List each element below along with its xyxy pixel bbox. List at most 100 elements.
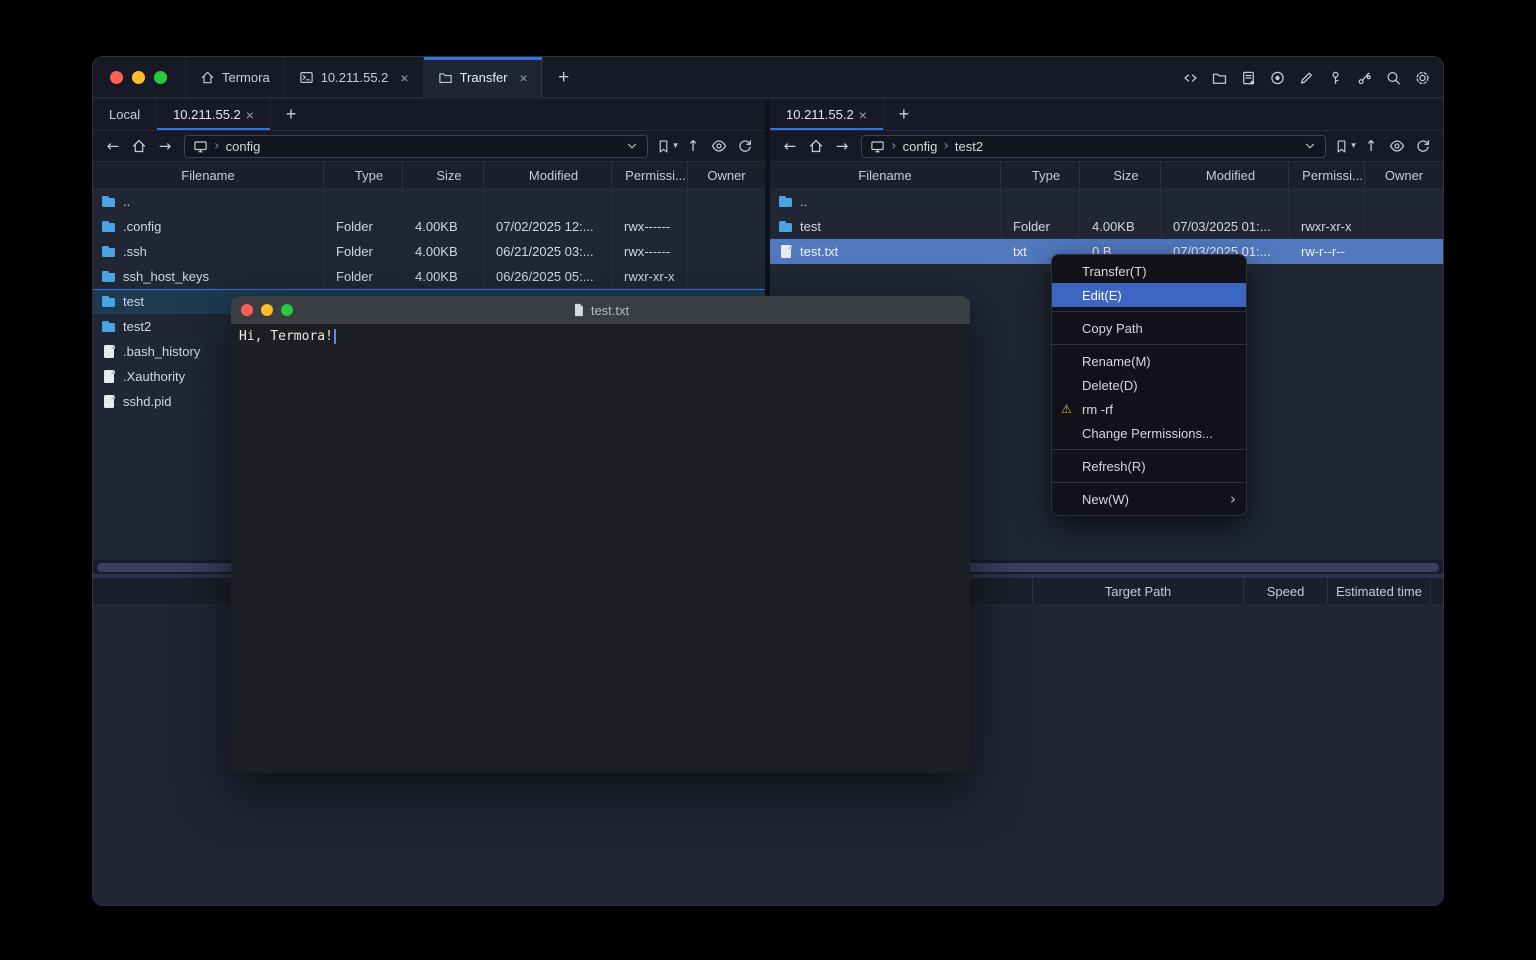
bookmark-button[interactable]: ▾	[1333, 134, 1357, 158]
crumb-separator: ›	[214, 138, 220, 154]
gear-icon[interactable]	[1414, 70, 1431, 86]
col-estimated-time[interactable]: Estimated time	[1327, 578, 1430, 604]
menu-item-refresh[interactable]: Refresh(R)	[1052, 454, 1246, 478]
file-type-icon	[101, 368, 117, 384]
menu-item-change-permissions[interactable]: Change Permissions...	[1052, 421, 1246, 445]
col-size[interactable]: Size	[403, 162, 484, 188]
col-modified[interactable]: Modified	[484, 162, 612, 188]
owner-cell	[688, 239, 765, 263]
search-icon[interactable]	[1385, 70, 1402, 86]
menu-item-edit[interactable]: Edit(E)	[1052, 283, 1246, 307]
col-speed[interactable]: Speed	[1243, 578, 1327, 604]
forward-button[interactable]: →	[153, 134, 177, 158]
menu-item-new[interactable]: New(W)›	[1052, 487, 1246, 511]
close-tab-icon[interactable]: ×	[246, 108, 254, 122]
menu-item-rm-rf[interactable]: ⚠rm -rf	[1052, 397, 1246, 421]
tab-local[interactable]: Local	[93, 99, 157, 130]
zoom-window-button[interactable]	[281, 304, 293, 316]
editor-content[interactable]: Hi, Termora!	[231, 324, 970, 773]
file-row[interactable]: ..	[93, 189, 765, 214]
path-segment[interactable]: config	[226, 139, 261, 154]
col-permissions[interactable]: Permissi...	[1289, 162, 1365, 188]
editor-titlebar[interactable]: test.txt	[231, 296, 970, 324]
forward-button[interactable]: →	[830, 134, 854, 158]
new-pane-tab-button[interactable]: +	[271, 99, 311, 130]
submenu-arrow-icon: ›	[1230, 490, 1236, 508]
tab-label: Transfer	[460, 70, 508, 85]
up-directory-button[interactable]: ↑	[681, 134, 705, 158]
bookmark-button[interactable]: ▾	[655, 134, 679, 158]
refresh-button[interactable]	[1411, 134, 1435, 158]
show-hidden-button[interactable]	[1385, 134, 1409, 158]
menu-item-copy-path[interactable]: Copy Path	[1052, 316, 1246, 340]
tab-remote[interactable]: 10.211.55.2 ×	[770, 99, 884, 130]
key-icon[interactable]	[1327, 70, 1344, 86]
new-tab-button[interactable]: +	[543, 57, 585, 98]
left-pathbar: ← → › config ▾ ↑	[93, 131, 765, 162]
close-tab-icon[interactable]: ×	[520, 71, 528, 85]
minimize-window-button[interactable]	[132, 71, 145, 84]
home-button[interactable]	[127, 134, 151, 158]
record-icon[interactable]	[1269, 70, 1286, 86]
file-type-icon	[101, 393, 117, 409]
menu-item-rename[interactable]: Rename(M)	[1052, 349, 1246, 373]
close-tab-icon[interactable]: ×	[400, 71, 408, 85]
code-icon[interactable]	[1182, 70, 1199, 86]
notes-icon[interactable]	[1240, 70, 1257, 86]
tab-termora[interactable]: Termora	[185, 57, 285, 98]
close-window-button[interactable]	[241, 304, 253, 316]
col-modified[interactable]: Modified	[1161, 162, 1289, 188]
close-window-button[interactable]	[110, 71, 123, 84]
refresh-button[interactable]	[733, 134, 757, 158]
crumb-separator: ›	[943, 138, 949, 154]
file-row[interactable]: .config Folder 4.00KB 07/02/2025 12:... …	[93, 214, 765, 239]
back-button[interactable]: ←	[778, 134, 802, 158]
file-row[interactable]: .ssh Folder 4.00KB 06/21/2025 03:... rwx…	[93, 239, 765, 264]
right-table-header: Filename Type Size Modified Permissi... …	[770, 162, 1443, 189]
tab-remote[interactable]: 10.211.55.2 ×	[157, 99, 271, 130]
tab-session[interactable]: 10.211.55.2 ×	[285, 57, 424, 98]
col-owner[interactable]: Owner	[1365, 162, 1443, 188]
path-input[interactable]: › config › test2	[861, 135, 1326, 158]
zoom-window-button[interactable]	[154, 71, 167, 84]
path-segment[interactable]: config	[903, 139, 938, 154]
warning-icon: ⚠	[1061, 402, 1072, 416]
col-type[interactable]: Type	[1001, 162, 1080, 188]
tab-transfer[interactable]: Transfer ×	[424, 57, 543, 98]
close-tab-icon[interactable]: ×	[859, 108, 867, 122]
keychain-icon[interactable]	[1356, 70, 1373, 86]
editor-title: test.txt	[572, 303, 629, 318]
up-directory-button[interactable]: ↑	[1359, 134, 1383, 158]
pencil-icon[interactable]	[1298, 70, 1315, 86]
new-pane-tab-button[interactable]: +	[884, 99, 924, 130]
caret-down-icon: ▾	[673, 141, 678, 151]
file-row[interactable]: ..	[770, 189, 1443, 214]
col-filename[interactable]: Filename	[93, 162, 324, 188]
menu-item-delete[interactable]: Delete(D)	[1052, 373, 1246, 397]
col-size[interactable]: Size	[1080, 162, 1161, 188]
path-input[interactable]: › config	[184, 135, 648, 158]
home-button[interactable]	[804, 134, 828, 158]
path-dropdown-icon[interactable]	[1303, 139, 1317, 153]
col-permissions[interactable]: Permissi...	[612, 162, 688, 188]
file-row[interactable]: ssh_host_keys Folder 4.00KB 06/26/2025 0…	[93, 264, 765, 289]
col-filename[interactable]: Filename	[770, 162, 1001, 188]
folder-icon[interactable]	[1211, 70, 1228, 86]
tab-label: 10.211.55.2	[321, 70, 389, 85]
path-segment[interactable]: test2	[955, 139, 983, 154]
menu-item-transfer[interactable]: Transfer(T)	[1052, 259, 1246, 283]
path-dropdown-icon[interactable]	[625, 139, 639, 153]
minimize-window-button[interactable]	[261, 304, 273, 316]
show-hidden-button[interactable]	[707, 134, 731, 158]
menu-separator	[1052, 449, 1246, 450]
col-target-path[interactable]: Target Path	[1032, 578, 1243, 604]
text-cursor	[334, 329, 336, 344]
back-button[interactable]: ←	[101, 134, 125, 158]
editor-text: Hi, Termora!	[239, 329, 333, 344]
home-icon	[808, 138, 824, 154]
file-row[interactable]: test Folder 4.00KB 07/03/2025 01:... rwx…	[770, 214, 1443, 239]
titlebar-toolbar	[1182, 57, 1431, 98]
col-type[interactable]: Type	[324, 162, 403, 188]
col-owner[interactable]: Owner	[688, 162, 765, 188]
size-cell: 4.00KB	[1080, 214, 1161, 238]
